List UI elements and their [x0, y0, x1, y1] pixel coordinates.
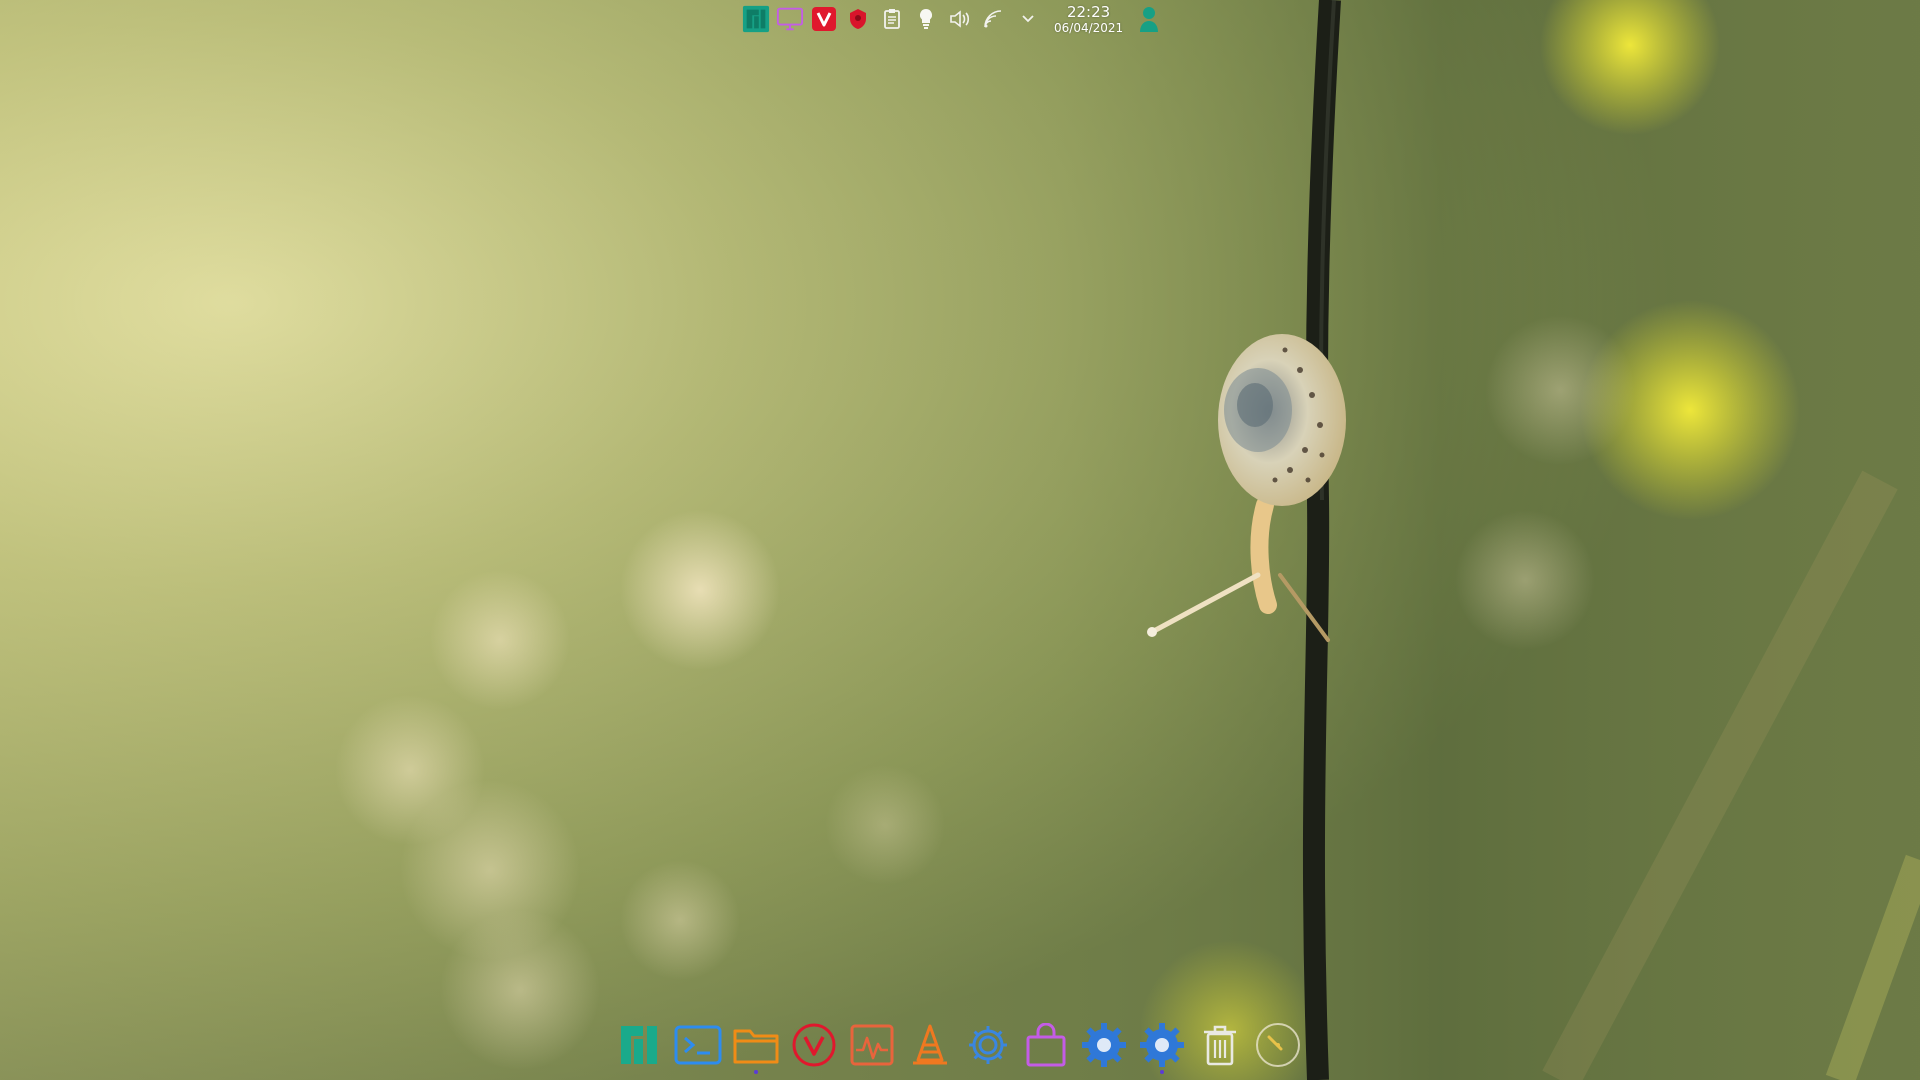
vlc-cone-icon[interactable]	[906, 1019, 954, 1071]
digital-clock[interactable]: 22:23 06/04/2021	[1054, 2, 1124, 35]
terminal-icon[interactable]	[674, 1019, 722, 1071]
shopping-bag-icon[interactable]	[1022, 1019, 1070, 1071]
top-panel: 22:23 06/04/2021	[742, 0, 1163, 38]
user-icon[interactable]	[1135, 5, 1163, 33]
settings-gear-icon[interactable]	[964, 1019, 1012, 1071]
gear-icon[interactable]	[1080, 1019, 1128, 1071]
clipboard-icon[interactable]	[878, 5, 906, 33]
folder-icon[interactable]	[732, 1019, 780, 1074]
wifi-icon[interactable]	[980, 5, 1008, 33]
vivaldi-icon[interactable]	[810, 5, 838, 33]
trash-icon[interactable]	[1196, 1019, 1244, 1071]
display-icon[interactable]	[776, 5, 804, 33]
clock-date: 06/04/2021	[1054, 20, 1124, 35]
dock	[616, 1016, 1302, 1074]
system-monitor-icon[interactable]	[848, 1019, 896, 1071]
lightbulb-icon[interactable]	[912, 5, 940, 33]
manjaro-icon[interactable]	[616, 1019, 664, 1071]
vivaldi-icon[interactable]	[790, 1019, 838, 1071]
clock-icon[interactable]	[1254, 1019, 1302, 1071]
manjaro-logo-icon[interactable]	[742, 5, 770, 33]
volume-icon[interactable]	[946, 5, 974, 33]
clock-time: 22:23	[1066, 2, 1111, 21]
running-indicator	[1160, 1070, 1164, 1074]
chevron-down-icon[interactable]	[1014, 5, 1042, 33]
running-indicator	[754, 1070, 758, 1074]
desktop-wallpaper	[0, 0, 1920, 1080]
shield-icon[interactable]	[844, 5, 872, 33]
gear-icon[interactable]	[1138, 1019, 1186, 1074]
